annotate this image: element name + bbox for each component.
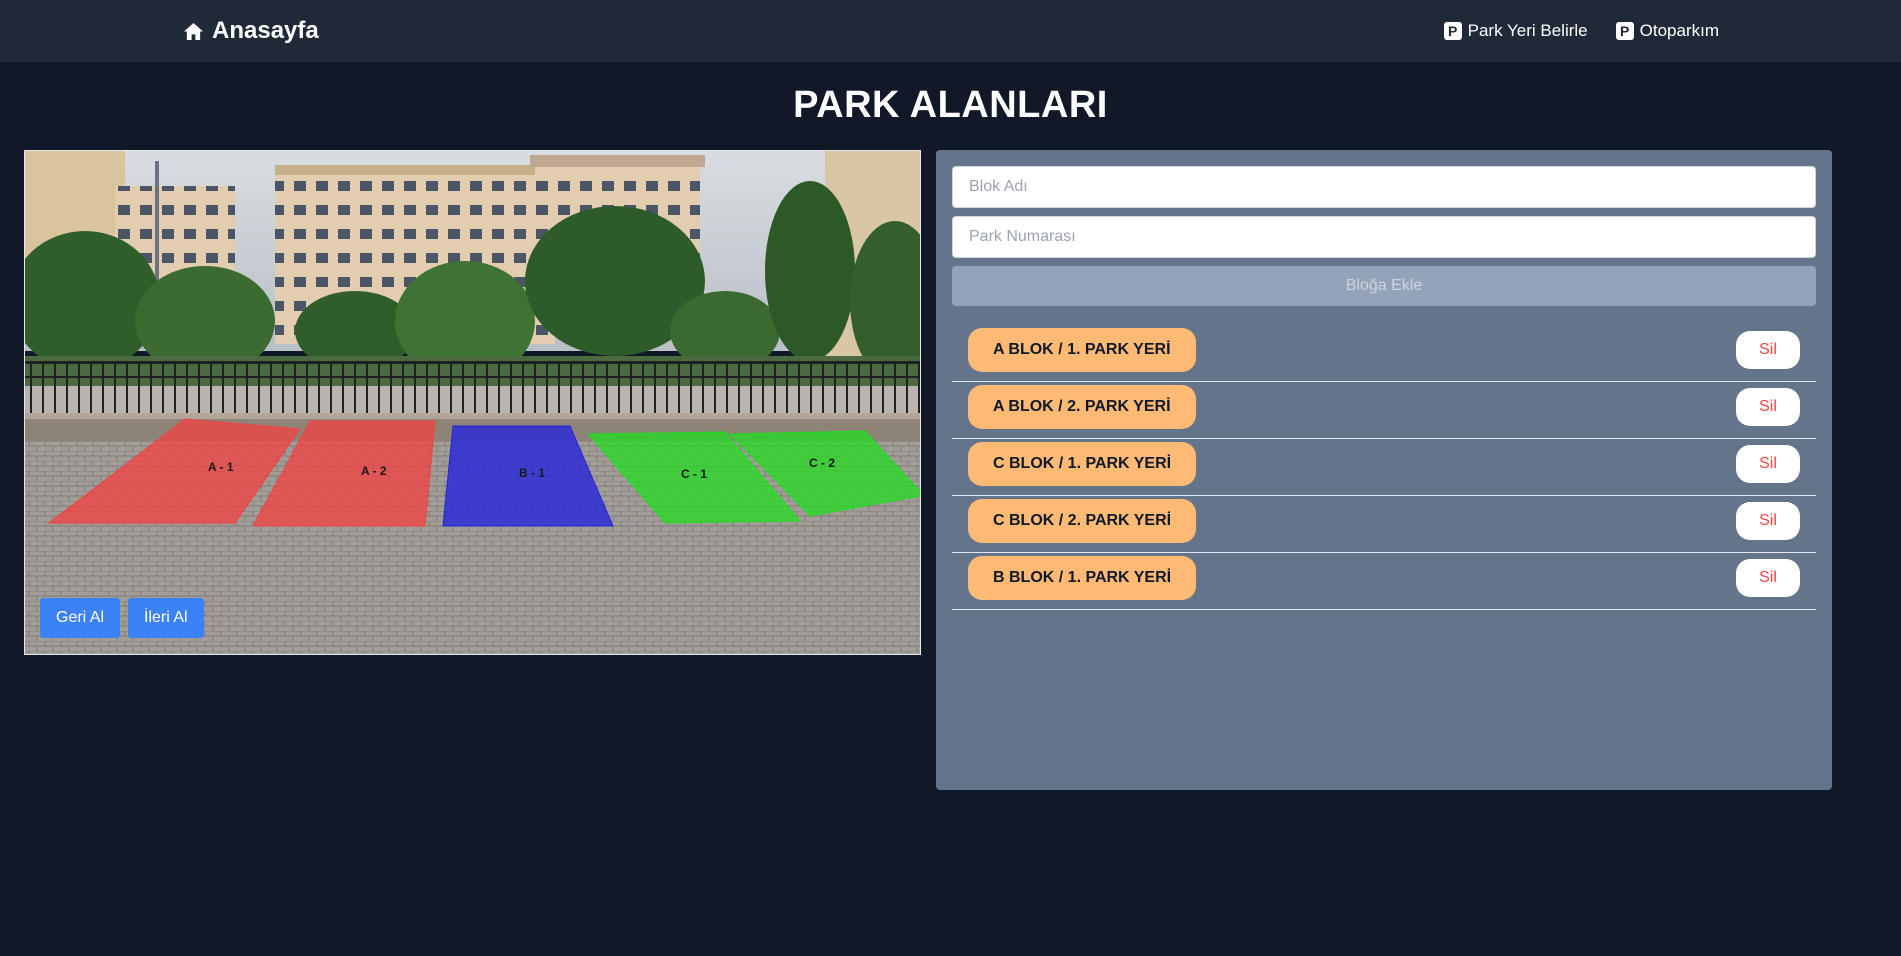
spot-label: C BLOK / 2. PARK YERİ [968,499,1197,543]
park-spot-list: A BLOK / 1. PARK YERİ Sil A BLOK / 2. PA… [952,325,1816,610]
nav-link-label: Otoparkım [1639,21,1719,40]
zone-label-b1: B - 1 [519,466,545,480]
zone-label-a2: A - 2 [361,464,387,478]
redo-button[interactable]: İleri Al [128,598,204,638]
spot-label: B BLOK / 1. PARK YERİ [968,556,1197,600]
page-title: PARK ALANLARI [793,84,1108,126]
list-item: B BLOK / 1. PARK YERİ Sil [952,553,1816,610]
parking-lot-photo: A - 1 A - 2 B - 1 C - 1 C - 2 [25,151,920,654]
zone-label-a1: A - 1 [208,460,234,474]
spot-label: A BLOK / 2. PARK YERİ [968,385,1196,429]
list-item: A BLOK / 2. PARK YERİ Sil [952,382,1816,439]
delete-button[interactable]: Sil [1736,559,1800,597]
parking-image-canvas[interactable]: A - 1 A - 2 B - 1 C - 1 C - 2 Geri Al İl… [24,150,921,655]
parking-icon: P [1615,22,1634,40]
nav-link-label: Park Yeri Belirle [1467,21,1588,40]
image-actions: Geri Al İleri Al [40,598,204,638]
nav-link-otoparkim[interactable]: P Otoparkım [1615,21,1719,41]
park-number-input[interactable] [952,216,1816,258]
spot-label: C BLOK / 1. PARK YERİ [968,442,1197,486]
undo-button[interactable]: Geri Al [40,598,121,638]
nav-links: P Park Yeri Belirle P Otoparkım [1443,19,1719,43]
delete-button[interactable]: Sil [1736,502,1800,540]
list-item: A BLOK / 1. PARK YERİ Sil [952,325,1816,382]
block-name-input[interactable] [952,166,1816,208]
home-link[interactable]: Anasayfa [183,17,319,45]
delete-button[interactable]: Sil [1736,331,1800,369]
zone-label-c1: C - 1 [681,467,707,481]
zone-label-c2: C - 2 [809,456,835,470]
list-item: C BLOK / 1. PARK YERİ Sil [952,439,1816,496]
delete-button[interactable]: Sil [1736,388,1800,426]
home-link-label: Anasayfa [212,17,319,44]
spot-label: A BLOK / 1. PARK YERİ [968,328,1196,372]
home-icon [184,22,203,40]
park-spot-panel: Bloğa Ekle A BLOK / 1. PARK YERİ Sil A B… [936,150,1832,790]
parking-icon: P [1443,22,1462,40]
nav-link-park-yeri-belirle[interactable]: P Park Yeri Belirle [1443,21,1588,41]
add-to-block-button[interactable]: Bloğa Ekle [952,266,1816,306]
top-navbar: Anasayfa P Park Yeri Belirle P Otoparkım [0,0,1901,62]
delete-button[interactable]: Sil [1736,445,1800,483]
list-item: C BLOK / 2. PARK YERİ Sil [952,496,1816,553]
